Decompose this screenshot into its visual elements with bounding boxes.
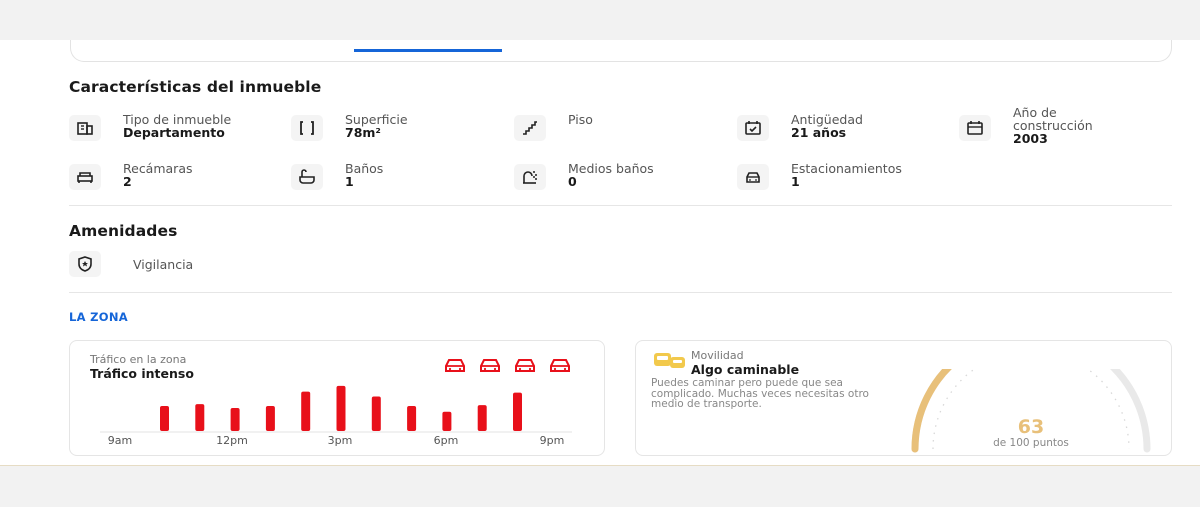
chart-tick-label: 9am — [108, 434, 132, 446]
feature-value: 0 — [568, 174, 577, 189]
chart-tick-label: 6pm — [434, 434, 459, 446]
feature-label: Piso — [568, 112, 593, 127]
traffic-bar — [265, 406, 275, 431]
mobility-label: Movilidad — [691, 349, 744, 362]
traffic-level: Tráfico intenso — [90, 366, 194, 381]
feature-label: Medios baños — [568, 161, 654, 176]
feature-floor: Piso — [514, 113, 593, 141]
feature-value: 2003 — [1013, 131, 1048, 146]
traffic-bar — [442, 411, 452, 431]
feature-label: Año de construcción — [1013, 105, 1093, 133]
chart-tick-label: 9pm — [540, 434, 565, 446]
traffic-bar — [195, 404, 205, 431]
feature-value: 1 — [791, 174, 800, 189]
active-tab-indicator — [354, 49, 502, 52]
traffic-chart: 9am 12pm 3pm 6pm 9pm — [100, 385, 572, 446]
feature-label: Estacionamientos — [791, 161, 902, 176]
mobility-card: Movilidad Algo caminable Puedes caminar … — [635, 340, 1172, 456]
feature-property-type: Tipo de inmueble Departamento — [69, 113, 231, 141]
characteristics-title: Características del inmueble — [69, 78, 322, 96]
chart-tick-label: 3pm — [328, 434, 353, 446]
feature-label: Recámaras — [123, 161, 193, 176]
bottom-bar — [0, 465, 1200, 507]
traffic-bar — [301, 391, 311, 431]
calendar-icon — [959, 115, 991, 141]
traffic-bar — [407, 406, 417, 431]
traffic-label: Tráfico en la zona — [90, 353, 187, 366]
stairs-icon — [514, 115, 546, 141]
feature-surface: Superficie 78m² — [291, 113, 408, 141]
car-icon — [550, 359, 570, 372]
feature-value: 21 años — [791, 125, 847, 140]
amenity-label: Vigilancia — [133, 257, 194, 272]
traffic-bar — [230, 407, 240, 431]
building-icon — [69, 115, 101, 141]
feature-age: Antigüedad 21 años — [737, 113, 863, 141]
score-caption: de 100 puntos — [993, 437, 1069, 449]
chart-tick-label: 12pm — [216, 434, 248, 446]
shield-star-icon — [69, 251, 101, 277]
top-bar — [0, 0, 1200, 40]
car-icon — [515, 359, 535, 372]
calendar-check-icon — [737, 115, 769, 141]
mobility-description: Puedes caminar pero puede que sea compli… — [651, 377, 869, 410]
divider — [69, 205, 1172, 206]
amenities-title: Amenidades — [69, 222, 178, 240]
feature-construction-year: Año de construcción 2003 — [959, 106, 1123, 146]
bed-icon — [69, 164, 101, 190]
traffic-card: Tráfico en la zona Tráfico intenso 9am 12… — [69, 340, 605, 456]
bus-walk-icon — [654, 353, 685, 368]
feature-value: 1 — [345, 174, 354, 189]
traffic-bar — [160, 406, 169, 431]
feature-value: 78m² — [345, 125, 381, 140]
car-icon — [737, 164, 769, 190]
feature-bathrooms: Baños 1 — [291, 162, 383, 190]
score-value: 63 — [1017, 416, 1045, 438]
traffic-bar — [371, 396, 381, 431]
car-icon — [480, 359, 500, 372]
property-details-page: Características del inmueble Tipo de inm… — [0, 40, 1200, 465]
traffic-bar — [477, 405, 487, 431]
mobility-level: Algo caminable — [691, 362, 800, 377]
feature-parking: Estacionamientos 1 — [737, 162, 902, 190]
feature-half-baths: Medios baños 0 — [514, 162, 654, 190]
tab-strip — [70, 40, 1172, 62]
feature-value: 2 — [123, 174, 132, 189]
car-icon — [445, 359, 465, 372]
divider — [69, 292, 1172, 293]
traffic-bar — [336, 385, 346, 431]
feature-value: Departamento — [123, 125, 225, 140]
traffic-cars — [443, 357, 572, 373]
traffic-bar — [513, 392, 522, 431]
feature-bedrooms: Recámaras 2 — [69, 162, 193, 190]
amenity-item: Vigilancia — [69, 249, 193, 277]
shower-icon — [514, 164, 546, 190]
zone-title: LA ZONA — [69, 310, 128, 324]
bathtub-icon — [291, 164, 323, 190]
area-icon — [291, 115, 323, 141]
